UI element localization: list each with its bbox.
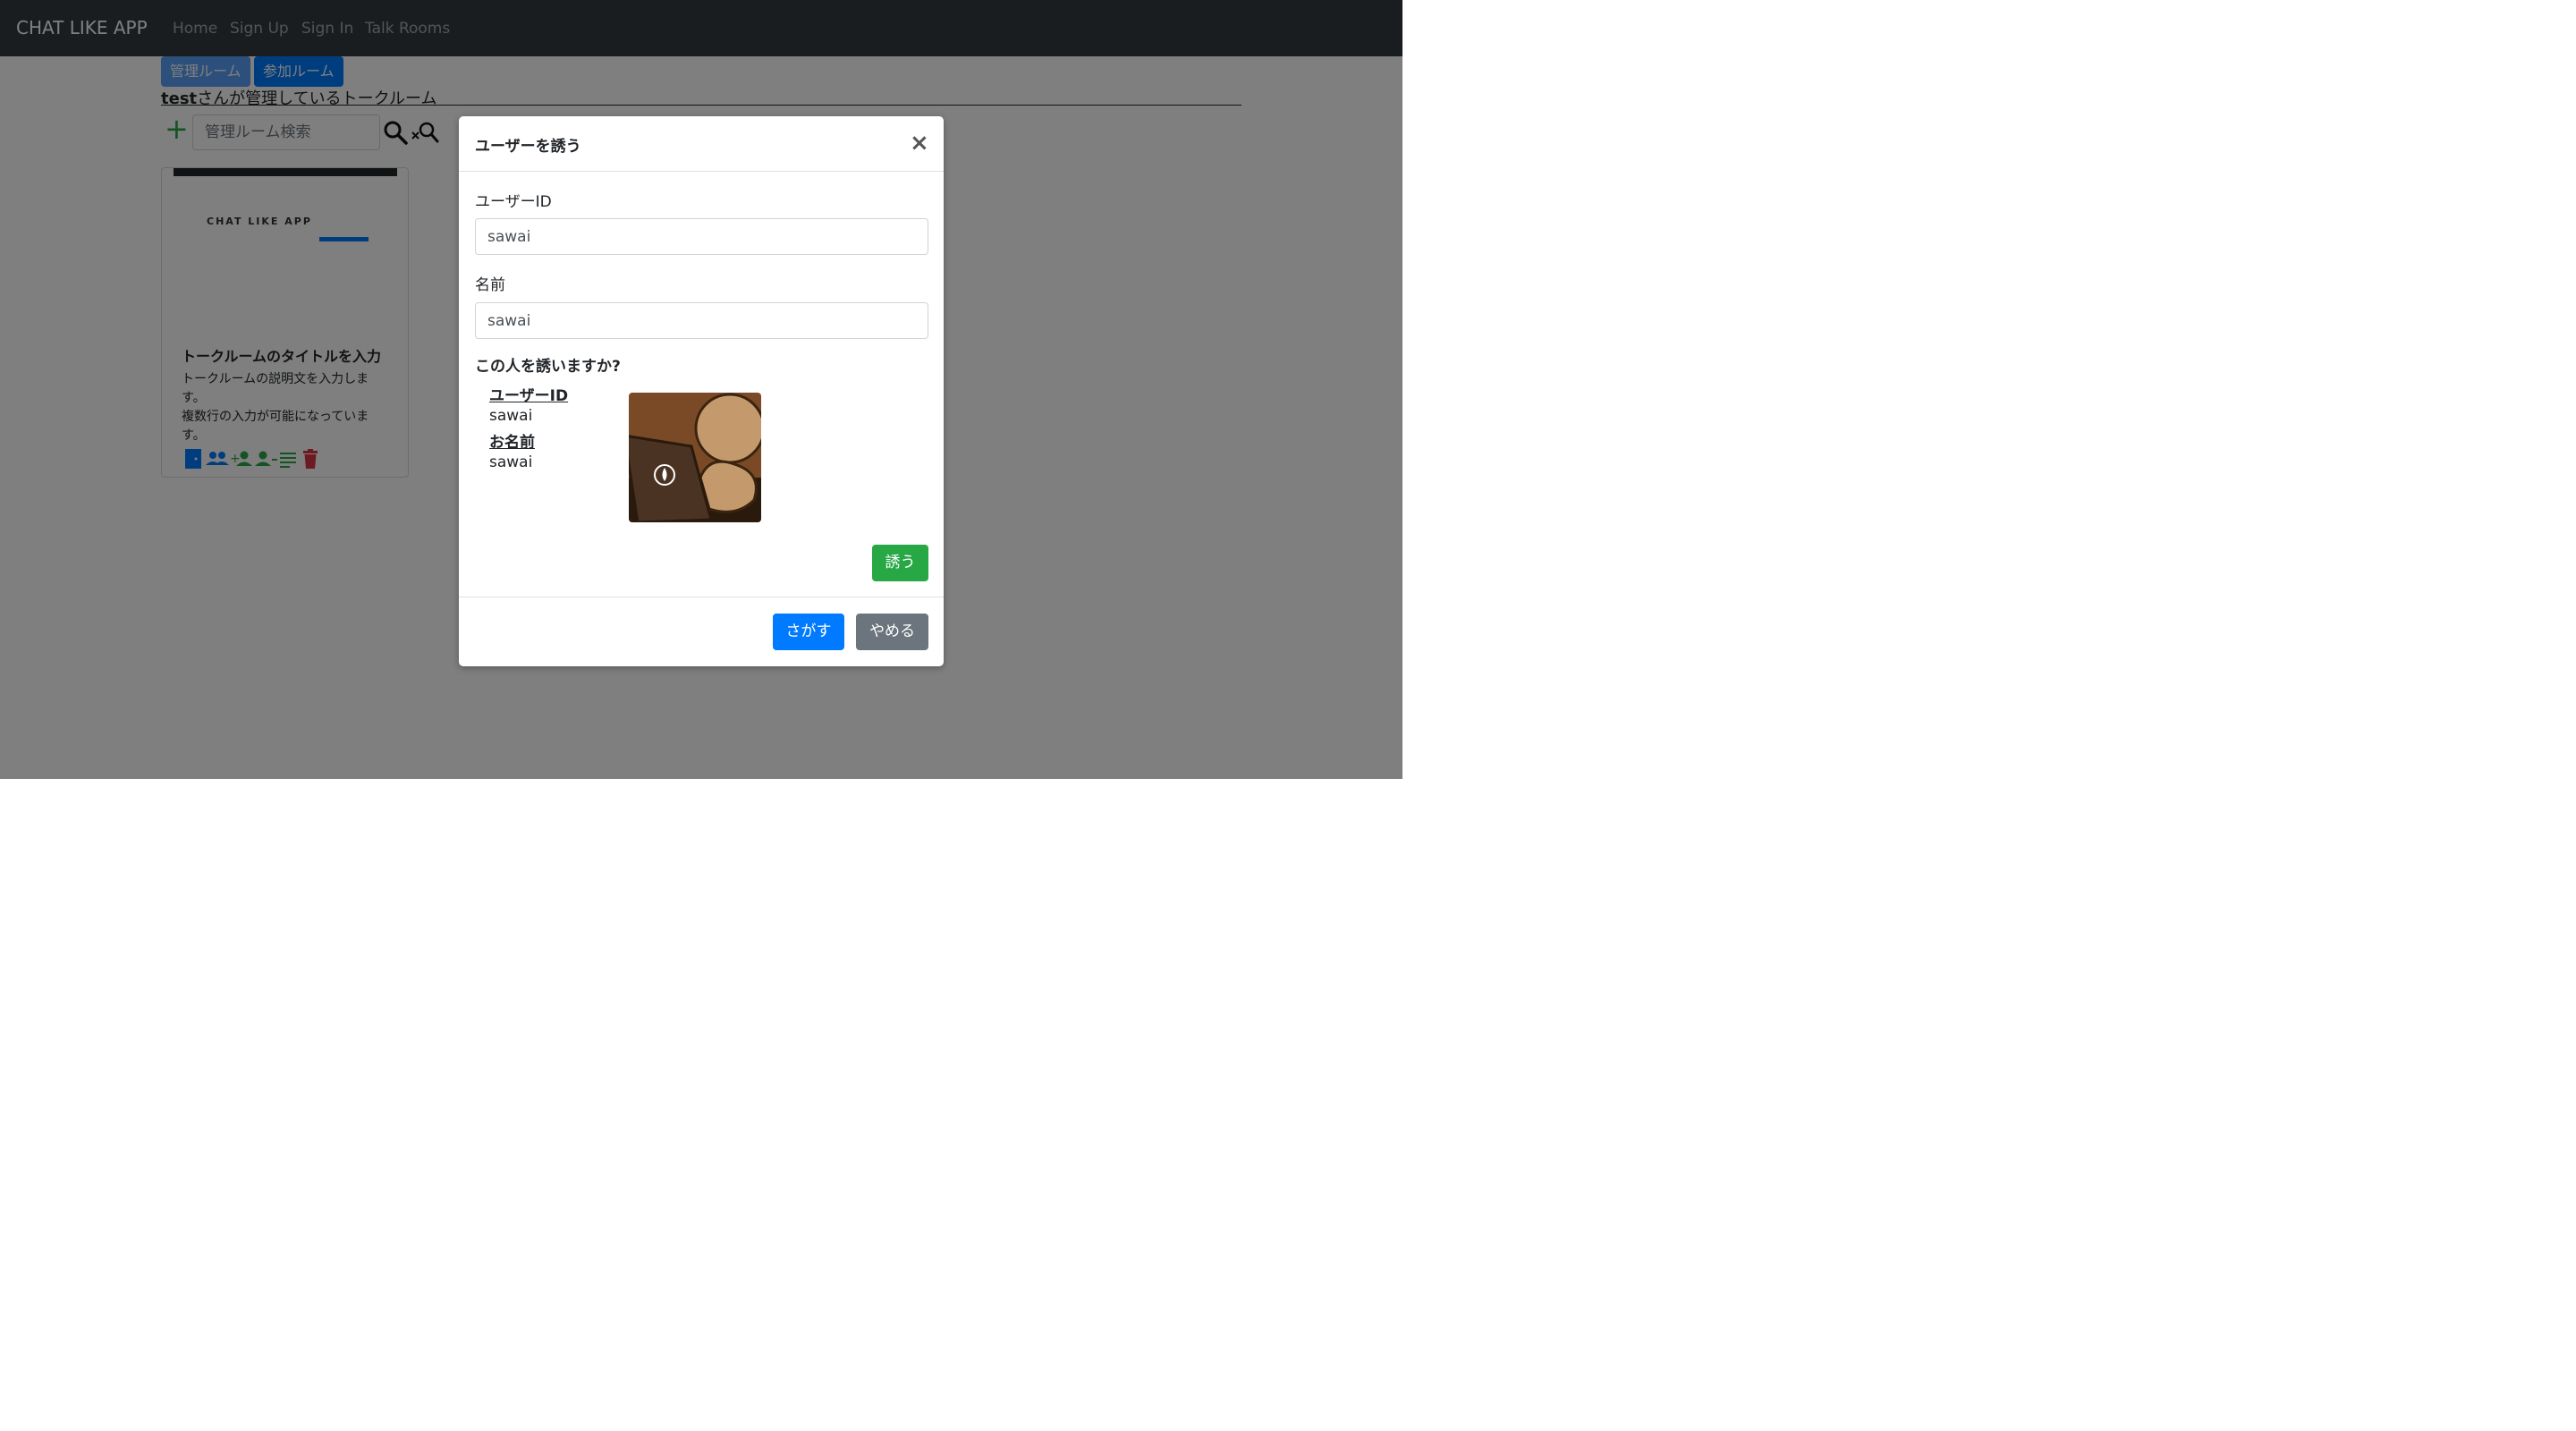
info-user-id-value: sawai [489,407,533,425]
name-label: 名前 [475,276,505,294]
user-id-label: ユーザーID [475,193,552,211]
info-user-id-heading: ユーザーID [489,387,569,405]
modal-title: ユーザーを誘う [475,138,581,156]
info-name-value: sawai [489,453,533,471]
close-icon[interactable]: × [910,131,929,155]
search-button[interactable]: さがす [773,614,844,650]
name-input[interactable] [475,302,928,339]
invite-user-modal: ユーザーを誘う × ユーザーID 名前 この人を誘いますか? ユーザーID sa… [459,116,944,666]
user-id-input[interactable] [475,218,928,255]
info-name-heading: お名前 [489,434,535,452]
modal-header: ユーザーを誘う × [459,116,944,172]
page: CHAT LIKE APP Home Sign Up Sign In Talk … [0,0,1402,779]
user-avatar [629,393,761,522]
invite-button[interactable]: 誘う [872,545,928,581]
cancel-button[interactable]: やめる [856,614,928,650]
confirm-question: この人を誘いますか? [475,358,621,376]
